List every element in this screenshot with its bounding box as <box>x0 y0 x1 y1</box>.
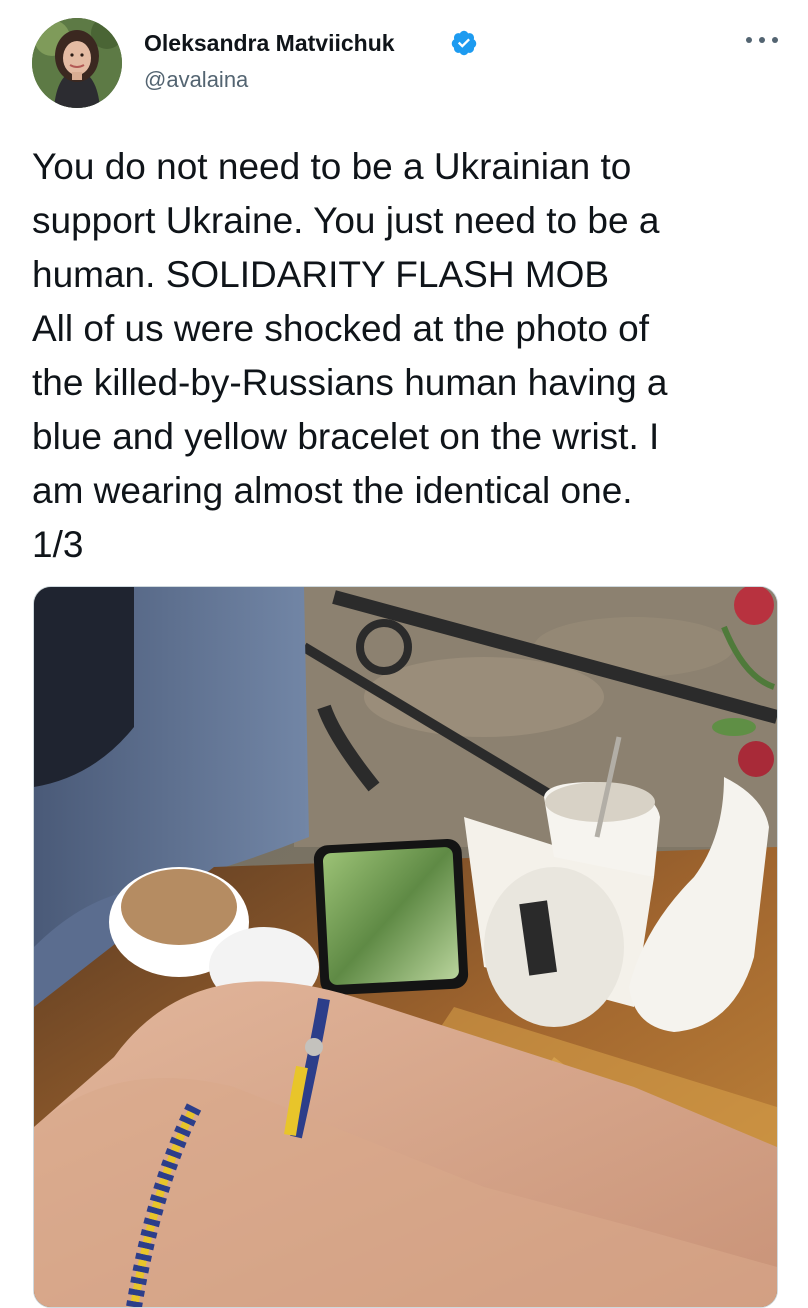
tweet-line: am wearing almost the identical one. <box>32 470 633 511</box>
tweet-line: blue and yellow bracelet on the wrist. I <box>32 416 660 457</box>
tweet-line: the killed-by-Russians human having a <box>32 362 668 403</box>
dot <box>759 37 765 43</box>
tweet-line: All of us were shocked at the photo of <box>32 308 650 349</box>
dot <box>772 37 778 43</box>
tweet-line: human. SOLIDARITY FLASH MOB <box>32 254 610 295</box>
author-avatar[interactable] <box>32 18 122 108</box>
tweet-photo[interactable] <box>33 586 778 1308</box>
more-options-icon[interactable] <box>746 30 778 50</box>
tweet-line: You do not need to be a Ukrainian to <box>32 146 632 187</box>
author-name[interactable]: Oleksandra Matviichuk <box>144 30 395 57</box>
verified-badge-icon <box>450 29 478 57</box>
tweet-line: 1/3 <box>32 524 84 565</box>
tweet-text: You do not need to be a Ukrainian to sup… <box>32 140 780 572</box>
author-handle[interactable]: @avalaina <box>144 67 248 93</box>
dot <box>746 37 752 43</box>
tweet: Oleksandra Matviichuk @avalaina You do n… <box>0 0 808 1308</box>
tweet-line: support Ukraine. You just need to be a <box>32 200 660 241</box>
